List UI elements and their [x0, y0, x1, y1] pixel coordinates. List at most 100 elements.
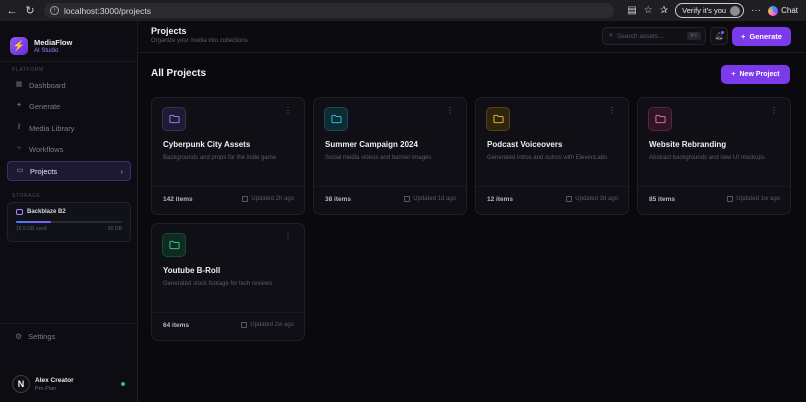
project-card[interactable]: ⋮ Youtube B-Roll Generated stock footage… [151, 223, 305, 341]
updated-time: Updated 3d ago [566, 196, 618, 202]
plus-icon: + [741, 32, 746, 41]
brand[interactable]: ⚡ MediaFlow AI Studio [0, 21, 137, 62]
sidebar-item-projects[interactable]: ▭ Projects › [7, 161, 131, 181]
settings-label: Settings [28, 332, 56, 341]
plus-icon: + [731, 71, 736, 78]
project-description: Social media videos and banner images [325, 155, 432, 161]
sidebar-item-workflows[interactable]: ⑂ Workflows [7, 139, 131, 159]
item-count: 38 items [325, 196, 352, 203]
sidebar-divider [0, 323, 138, 324]
calendar-icon [566, 196, 573, 202]
user-profile[interactable]: N Alex Creator Pro Plan [12, 375, 74, 393]
project-title: Youtube B-Roll [163, 266, 221, 275]
folder-icon: ▭ [16, 167, 24, 174]
workflow-icon: ⑂ [16, 145, 22, 152]
sidebar-item-media-library[interactable]: ‖ Media Library [7, 118, 131, 138]
project-card[interactable]: ⋮ Summer Campaign 2024 Social media vide… [313, 97, 467, 215]
sidebar-item-generate[interactable]: ✦ Generate [7, 96, 131, 116]
folder-icon [324, 107, 348, 131]
sidebar: ⚡ MediaFlow AI Studio PLATFORM ▦ Dashboa… [0, 21, 138, 402]
brand-name: MediaFlow [34, 38, 73, 47]
folder-icon [648, 107, 672, 131]
more-menu-icon[interactable]: ··· [751, 5, 761, 16]
project-title: Website Rebranding [649, 140, 727, 149]
sidebar-item-dashboard[interactable]: ▦ Dashboard [7, 75, 131, 95]
card-divider [476, 186, 628, 187]
avatar: N [12, 375, 30, 393]
page-title: Projects [151, 26, 187, 36]
sidebar-item-label: Projects [30, 166, 58, 176]
address-bar[interactable]: i localhost:3000/projects [44, 3, 614, 18]
updated-label: Updated 1w ago [736, 196, 780, 202]
top-header: Projects Organize your media into collec… [138, 21, 806, 53]
chevron-right-icon: › [120, 166, 123, 176]
updated-label: Updated 1d ago [413, 196, 456, 202]
storage-progress-fill [16, 221, 51, 223]
chat-label: Chat [781, 6, 798, 15]
project-description: Abstract backgrounds and new UI mockups [649, 155, 765, 161]
updated-time: Updated 1w ago [727, 196, 780, 202]
shortcut-badge: ⌘K [686, 32, 701, 40]
section-label-storage: STORAGE [12, 193, 41, 199]
project-card[interactable]: ⋮ Podcast Voiceovers Generated intros an… [475, 97, 629, 215]
project-card[interactable]: ⋮ Cyberpunk City Assets Backgrounds and … [151, 97, 305, 215]
search-input[interactable]: ⌕ Search assets... ⌘K [602, 27, 706, 45]
notifications-button[interactable]: 🔔︎ [710, 27, 728, 45]
storage-widget[interactable]: Backblaze B2 16.5 GB used 50 GB [7, 202, 131, 242]
calendar-icon [242, 196, 249, 202]
section-label-platform: PLATFORM [12, 67, 44, 73]
back-arrow-icon[interactable]: ← [6, 5, 18, 17]
more-options-icon[interactable]: ⋮ [284, 233, 292, 241]
item-count: 12 items [487, 196, 514, 203]
folder-icon [162, 233, 186, 257]
profile-avatar [730, 5, 741, 16]
more-options-icon[interactable]: ⋮ [446, 107, 454, 115]
item-count: 142 items [163, 196, 193, 203]
more-options-icon[interactable]: ⋮ [284, 107, 292, 115]
library-icon: ‖ [17, 124, 21, 131]
site-info-icon[interactable]: i [50, 6, 59, 15]
favorites-icon[interactable]: ✰ [660, 5, 668, 16]
updated-time: Updated 1d ago [404, 196, 456, 202]
copilot-chat-button[interactable]: Chat [768, 5, 798, 16]
calendar-icon [404, 196, 411, 202]
card-divider [152, 312, 304, 313]
calendar-icon [241, 322, 248, 328]
verify-profile-button[interactable]: Verify it's you [675, 3, 745, 18]
reload-icon[interactable]: ↻ [24, 5, 36, 17]
storage-progress-bar [16, 221, 122, 223]
section-title: All Projects [151, 68, 207, 79]
project-title: Podcast Voiceovers [487, 140, 563, 149]
gear-icon: ⚙ [15, 332, 23, 341]
brand-subtitle: AI Studio [34, 48, 59, 54]
favorite-star-icon[interactable]: ☆ [644, 5, 653, 16]
storage-used: 16.5 GB used [16, 226, 47, 232]
folder-icon [486, 107, 510, 131]
more-options-icon[interactable]: ⋮ [608, 107, 616, 115]
project-description: Backgrounds and props for the indie game [163, 155, 277, 161]
updated-label: Updated 2w ago [250, 322, 294, 328]
more-options-icon[interactable]: ⋮ [770, 107, 778, 115]
project-card[interactable]: ⋮ Website Rebranding Abstract background… [637, 97, 791, 215]
project-title: Cyberpunk City Assets [163, 140, 251, 149]
generate-button[interactable]: + Generate [732, 27, 791, 46]
card-divider [152, 186, 304, 187]
item-count: 64 items [163, 322, 190, 329]
item-count: 85 items [649, 196, 676, 203]
card-divider [314, 186, 466, 187]
user-plan: Pro Plan [35, 385, 57, 392]
sidebar-item-label: Generate [29, 101, 61, 111]
sidebar-item-settings[interactable]: ⚙ Settings [15, 332, 55, 341]
updated-label: Updated 3d ago [575, 196, 618, 202]
reading-mode-icon[interactable]: ▤ [627, 5, 636, 16]
updated-time: Updated 2h ago [242, 196, 294, 202]
grid-icon: ▦ [15, 81, 23, 88]
sparkle-icon: ✦ [16, 102, 22, 109]
generate-label: Generate [749, 32, 782, 41]
sidebar-item-label: Media Library [29, 123, 75, 133]
new-project-button[interactable]: + New Project [721, 65, 790, 84]
online-status-dot [121, 382, 125, 386]
calendar-icon [727, 196, 734, 202]
browser-toolbar: ← ↻ i localhost:3000/projects ▤ ☆ ✰ Veri… [0, 0, 806, 21]
sidebar-item-label: Dashboard [29, 80, 66, 90]
